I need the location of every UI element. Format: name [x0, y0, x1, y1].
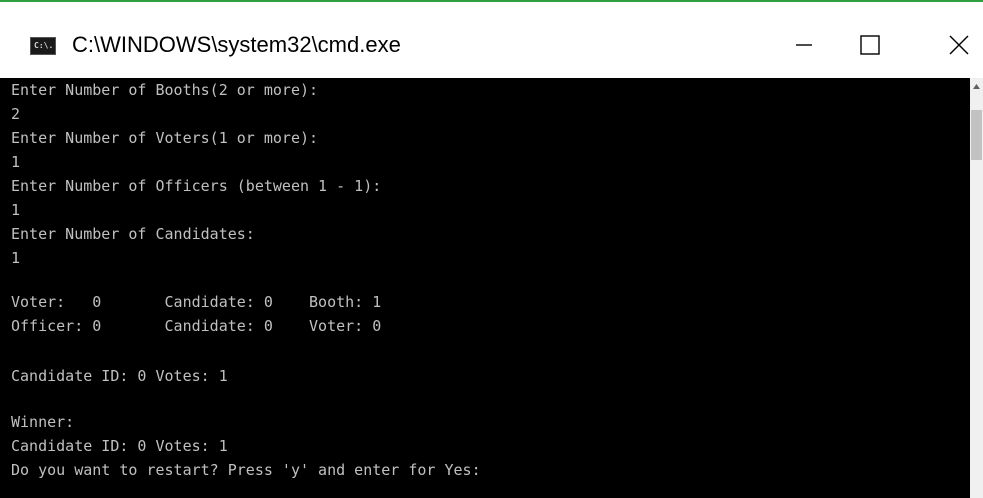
console-line: 1: [11, 153, 21, 171]
title-bar[interactable]: C:\. C:\WINDOWS\system32\cmd.exe: [0, 2, 983, 78]
maximize-icon: [860, 35, 880, 55]
console-line: Winner:: [11, 413, 75, 431]
close-button[interactable]: [944, 30, 974, 60]
console-line: Candidate ID: 0 Votes: 1: [11, 437, 228, 455]
cmd-icon[interactable]: C:\.: [30, 37, 56, 55]
scroll-up-arrow-icon[interactable]: [972, 82, 981, 92]
vertical-scrollbar[interactable]: [970, 78, 983, 498]
console-line: Enter Number of Booths(2 or more):: [11, 81, 319, 99]
console-output[interactable]: Enter Number of Booths(2 or more): 2 Ent…: [0, 78, 970, 498]
console-line: Enter Number of Voters(1 or more):: [11, 129, 319, 147]
scrollbar-thumb[interactable]: [971, 110, 982, 160]
cmd-window: C:\. C:\WINDOWS\system32\cmd.exe Enter N…: [0, 0, 983, 498]
console-line: Do you want to restart? Press 'y' and en…: [11, 461, 481, 479]
window-title: C:\WINDOWS\system32\cmd.exe: [72, 32, 401, 57]
minimize-button[interactable]: [789, 30, 819, 60]
console-line: Officer: 0 Candidate: 0 Voter: 0: [11, 317, 382, 335]
console-line: Candidate ID: 0 Votes: 1: [11, 367, 228, 385]
close-icon: [949, 35, 969, 55]
maximize-button[interactable]: [855, 30, 885, 60]
console-line: 1: [11, 201, 21, 219]
console-line: Enter Number of Candidates:: [11, 225, 255, 243]
console-line: 2: [11, 105, 21, 123]
console-line: Enter Number of Officers (between 1 - 1)…: [11, 177, 382, 195]
console-line: 1: [11, 249, 21, 267]
console-line: Voter: 0 Candidate: 0 Booth: 1: [11, 293, 382, 311]
cmd-icon-label: C:\.: [34, 41, 54, 50]
minimize-icon: [796, 44, 812, 46]
